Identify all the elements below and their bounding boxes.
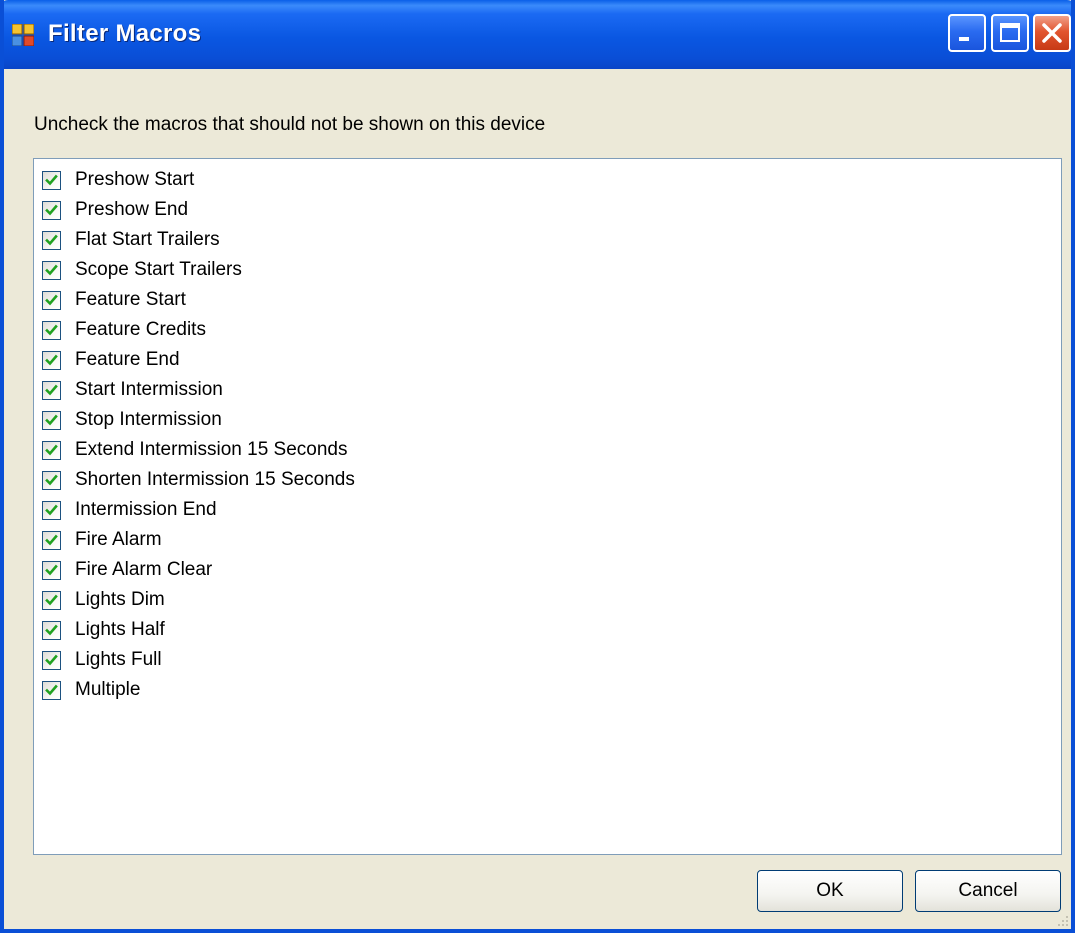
- macro-item[interactable]: Scope Start Trailers: [42, 255, 242, 285]
- check-mark-icon: [45, 444, 58, 455]
- check-mark-icon: [45, 264, 58, 275]
- macro-label: Multiple: [75, 679, 141, 700]
- macro-item[interactable]: Fire Alarm Clear: [42, 555, 212, 585]
- check-mark-icon: [45, 534, 58, 545]
- title-bar[interactable]: Filter Macros: [4, 0, 1071, 69]
- macro-label: Stop Intermission: [75, 409, 222, 430]
- macro-label: Feature Credits: [75, 319, 206, 340]
- macro-checkbox[interactable]: [42, 410, 61, 430]
- macro-checkbox[interactable]: [42, 590, 61, 610]
- macro-checklist[interactable]: Preshow Start Preshow End Flat Start Trail…: [33, 158, 1062, 855]
- macro-checkbox[interactable]: [42, 170, 61, 190]
- macro-item[interactable]: Feature End: [42, 345, 180, 375]
- macro-item[interactable]: Flat Start Trailers: [42, 225, 220, 255]
- macro-item[interactable]: Lights Half: [42, 615, 165, 645]
- macro-checkbox[interactable]: [42, 620, 61, 640]
- macro-label: Lights Dim: [75, 589, 165, 610]
- check-mark-icon: [45, 564, 58, 575]
- macro-checkbox[interactable]: [42, 380, 61, 400]
- macro-label: Feature End: [75, 349, 180, 370]
- macro-item[interactable]: Start Intermission: [42, 375, 223, 405]
- maximize-button[interactable]: [991, 14, 1029, 52]
- macro-checkbox[interactable]: [42, 200, 61, 220]
- macro-label: Shorten Intermission 15 Seconds: [75, 469, 355, 490]
- instruction-label: Uncheck the macros that should not be sh…: [34, 114, 546, 135]
- window-title: Filter Macros: [48, 20, 202, 47]
- macro-checkbox[interactable]: [42, 500, 61, 520]
- macro-checkbox[interactable]: [42, 650, 61, 670]
- macro-checkbox[interactable]: [42, 680, 61, 700]
- macro-item[interactable]: Preshow Start: [42, 165, 194, 195]
- macro-label: Lights Full: [75, 649, 162, 670]
- check-mark-icon: [45, 204, 58, 215]
- macro-label: Flat Start Trailers: [75, 229, 220, 250]
- filter-macros-dialog: Filter Macros Uncheck the macros that sh…: [0, 0, 1075, 933]
- macro-item[interactable]: Multiple: [42, 675, 140, 705]
- ok-button[interactable]: OK: [757, 870, 903, 912]
- macro-label: Scope Start Trailers: [75, 259, 242, 280]
- window-app-icon[interactable]: [11, 23, 35, 47]
- check-mark-icon: [45, 624, 58, 635]
- macro-checkbox[interactable]: [42, 260, 61, 280]
- resize-grip-icon[interactable]: [1055, 913, 1069, 927]
- macro-item[interactable]: Fire Alarm: [42, 525, 162, 555]
- macro-label: Fire Alarm Clear: [75, 559, 213, 580]
- check-mark-icon: [45, 294, 58, 305]
- check-mark-icon: [45, 654, 58, 665]
- macro-checkbox[interactable]: [42, 320, 61, 340]
- macro-label: Start Intermission: [75, 379, 223, 400]
- macro-item[interactable]: Lights Full: [42, 645, 162, 675]
- check-mark-icon: [45, 324, 58, 335]
- macro-item[interactable]: Feature Credits: [42, 315, 206, 345]
- macro-label: Fire Alarm: [75, 529, 162, 550]
- macro-checkbox[interactable]: [42, 230, 61, 250]
- check-mark-icon: [45, 174, 58, 185]
- minimize-icon: [959, 37, 969, 41]
- macro-label: Feature Start: [75, 289, 186, 310]
- check-mark-icon: [45, 354, 58, 365]
- check-mark-icon: [45, 234, 58, 245]
- close-button[interactable]: [1033, 14, 1071, 52]
- check-mark-icon: [45, 474, 58, 485]
- macro-item[interactable]: Stop Intermission: [42, 405, 222, 435]
- macro-item[interactable]: Feature Start: [42, 285, 186, 315]
- macro-label: Preshow Start: [75, 169, 195, 190]
- macro-checkbox[interactable]: [42, 470, 61, 490]
- macro-item[interactable]: Preshow End: [42, 195, 188, 225]
- macro-label: Lights Half: [75, 619, 165, 640]
- macro-checkbox[interactable]: [42, 530, 61, 550]
- macro-checkbox[interactable]: [42, 440, 61, 460]
- check-mark-icon: [45, 684, 58, 695]
- macro-item[interactable]: Extend Intermission 15 Seconds: [42, 435, 348, 465]
- macro-checkbox[interactable]: [42, 290, 61, 310]
- macro-label: Preshow End: [75, 199, 189, 220]
- minimize-button[interactable]: [948, 14, 986, 52]
- macro-item[interactable]: Lights Dim: [42, 585, 165, 615]
- check-mark-icon: [45, 414, 58, 425]
- cancel-button[interactable]: Cancel: [915, 870, 1061, 912]
- macro-label: Extend Intermission 15 Seconds: [75, 439, 348, 460]
- check-mark-icon: [45, 594, 58, 605]
- check-mark-icon: [45, 504, 58, 515]
- macro-item[interactable]: Shorten Intermission 15 Seconds: [42, 465, 355, 495]
- macro-label: Intermission End: [75, 499, 217, 520]
- macro-checkbox[interactable]: [42, 560, 61, 580]
- check-mark-icon: [45, 384, 58, 395]
- maximize-icon: [1000, 23, 1020, 42]
- macro-item[interactable]: Intermission End: [42, 495, 217, 525]
- close-icon: [1042, 23, 1062, 43]
- macro-checkbox[interactable]: [42, 350, 61, 370]
